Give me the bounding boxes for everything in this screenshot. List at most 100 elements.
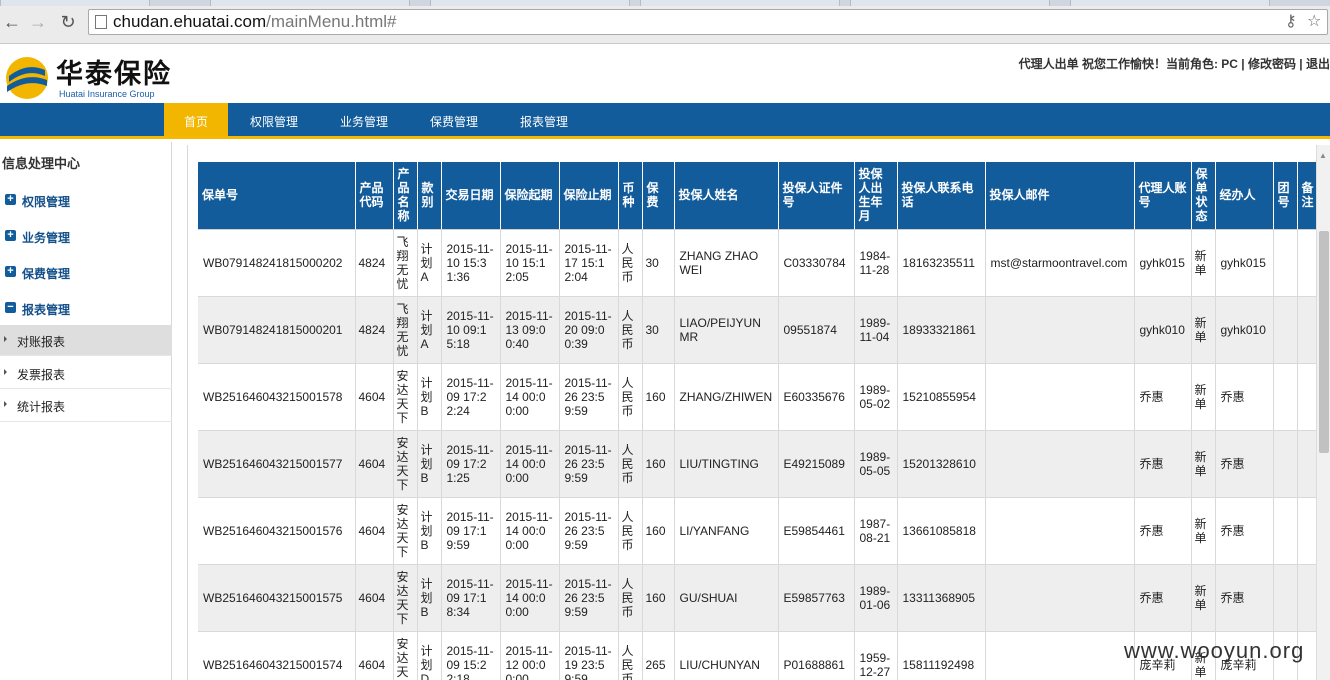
address-bar[interactable]: chudan.ehuatai.com/mainMenu.html# ⚷ ☆ xyxy=(88,9,1328,35)
table-cell xyxy=(985,631,1135,680)
main-menu: 首页 权限管理 业务管理 保费管理 报表管理 xyxy=(0,103,1330,139)
column-header: 经办人 xyxy=(1215,162,1274,230)
reload-icon[interactable]: ↻ xyxy=(58,12,78,32)
expand-icon: + xyxy=(5,266,16,277)
table-row[interactable]: WB079148241815000202 4824 飞翔无忧 计划A 2015-11-1… xyxy=(198,229,1316,297)
table-cell: 15201328610 xyxy=(897,430,986,498)
table-cell: LIAO/PEIJYUN MR xyxy=(674,296,779,364)
sidebar-group-report[interactable]: − 报表管理 xyxy=(0,297,172,321)
table-cell: 160 xyxy=(642,430,675,498)
browser-tab[interactable] xyxy=(430,0,630,6)
table-cell xyxy=(985,497,1135,565)
table-cell: E49215089 xyxy=(778,430,855,498)
menu-premium-management[interactable]: 保费管理 xyxy=(418,103,490,136)
sidebar-item-invoice-report[interactable]: 发票报表 xyxy=(0,358,172,388)
menu-report-management[interactable]: 报表管理 xyxy=(508,103,580,136)
sidebar-item-reconciliation-report[interactable]: 对账报表 xyxy=(0,325,172,355)
table-cell: 2015-11-19 23:59:59 xyxy=(559,631,619,680)
huatai-logo-icon xyxy=(6,57,48,99)
menu-home[interactable]: 首页 xyxy=(164,103,228,136)
table-cell: 09551874 xyxy=(778,296,855,364)
table-cell: LIU/TINGTING xyxy=(674,430,779,498)
table-cell: 新单 xyxy=(1191,564,1216,632)
table-cell: WB079148241815000202 xyxy=(198,229,356,297)
table-cell: ZHANG ZHAO WEI xyxy=(674,229,779,297)
table-cell: mst@starmoontravel.com xyxy=(985,229,1135,297)
table-cell: 安达天下 xyxy=(393,631,418,680)
table-cell: 160 xyxy=(642,564,675,632)
table-cell: 4824 xyxy=(355,296,394,364)
browser-tab[interactable] xyxy=(850,0,1050,6)
divider xyxy=(0,388,172,389)
column-header: 投保人证件号 xyxy=(778,162,855,230)
table-cell: 计划A xyxy=(417,296,442,364)
table-cell xyxy=(1297,296,1316,364)
sidebar-group-premium[interactable]: + 保费管理 xyxy=(0,261,172,285)
table-cell: 265 xyxy=(642,631,675,680)
key-icon[interactable]: ⚷ xyxy=(1285,11,1297,31)
forward-icon[interactable]: → xyxy=(28,12,48,32)
table-row[interactable]: WB251646043215001575 4604 安达天下 计划B 2015-11-0… xyxy=(198,564,1316,632)
table-cell xyxy=(1297,430,1316,498)
table-cell: 1984-11-28 xyxy=(854,229,898,297)
table-cell: 2015-11-13 09:00:40 xyxy=(500,296,560,364)
table-cell: 2015-11-20 09:00:39 xyxy=(559,296,619,364)
table-cell: LIU/CHUNYAN xyxy=(674,631,779,680)
back-icon[interactable]: ← xyxy=(2,12,22,32)
table-cell: 1989-01-06 xyxy=(854,564,898,632)
browser-tab[interactable] xyxy=(640,0,840,6)
column-header: 备注 xyxy=(1297,162,1316,230)
sidebar-item-statistics-report[interactable]: 统计报表 xyxy=(0,390,172,420)
table-cell: 1987-08-21 xyxy=(854,497,898,565)
browser-chrome: ← → ↻ chudan.ehuatai.com/mainMenu.html# … xyxy=(0,0,1330,44)
column-header: 币种 xyxy=(618,162,643,230)
scroll-up-icon[interactable]: ▲ xyxy=(1319,151,1327,160)
table-cell: 安达天下 xyxy=(393,564,418,632)
sidebar-group-business[interactable]: + 业务管理 xyxy=(0,225,172,249)
sidebar-group-label: 业务管理 xyxy=(22,231,71,245)
table-cell: 2015-11-14 00:00:00 xyxy=(500,430,560,498)
report-table-container[interactable]: 保单号 产品代码 产品名称 款别 交易日期 保险起期 保险止期 币种 保费 投保人姓名 投保人证件号… xyxy=(198,162,1316,680)
table-cell xyxy=(1297,564,1316,632)
bullet-icon xyxy=(4,369,7,375)
browser-tab[interactable] xyxy=(1070,0,1270,6)
sidebar-group-permission[interactable]: + 权限管理 xyxy=(0,189,172,213)
sidebar-title: 信息处理中心 xyxy=(2,156,81,171)
expand-icon: + xyxy=(5,230,16,241)
bookmark-star-icon[interactable]: ☆ xyxy=(1307,11,1321,31)
table-cell: 安达天下 xyxy=(393,430,418,498)
menu-business-management[interactable]: 业务管理 xyxy=(328,103,400,136)
table-cell: 2015-11-09 17:21:25 xyxy=(441,430,501,498)
column-header: 保险止期 xyxy=(559,162,619,230)
table-cell xyxy=(1297,229,1316,297)
table-row[interactable]: WB251646043215001578 4604 安达天下 计划B 2015-11-0… xyxy=(198,363,1316,431)
collapse-icon: − xyxy=(5,302,16,313)
vertical-scrollbar[interactable]: ▲ xyxy=(1316,145,1330,680)
table-cell: 2015-11-14 00:00:00 xyxy=(500,363,560,431)
scrollbar-thumb[interactable] xyxy=(1319,231,1329,453)
table-cell: 160 xyxy=(642,497,675,565)
table-cell: 2015-11-17 15:12:04 xyxy=(559,229,619,297)
user-status-bar[interactable]: 代理人出单 祝您工作愉快！当前角色: PC | 修改密码 | 退出 xyxy=(1019,55,1330,72)
browser-tab[interactable] xyxy=(0,0,150,6)
table-cell: 4604 xyxy=(355,631,394,680)
column-header: 款别 xyxy=(417,162,442,230)
table-cell: 2015-11-10 09:15:18 xyxy=(441,296,501,364)
table-cell: E59857763 xyxy=(778,564,855,632)
url-host: chudan.ehuatai.com xyxy=(113,12,267,31)
table-cell: 新单 xyxy=(1191,497,1216,565)
menu-permission-management[interactable]: 权限管理 xyxy=(238,103,310,136)
table-cell: 飞翔无忧 xyxy=(393,229,418,297)
table-cell: 2015-11-10 15:12:05 xyxy=(500,229,560,297)
table-row[interactable]: WB251646043215001576 4604 安达天下 计划B 2015-11-0… xyxy=(198,497,1316,565)
sidebar-group-label: 权限管理 xyxy=(22,195,71,209)
browser-tab[interactable] xyxy=(210,0,410,6)
column-header: 投保人姓名 xyxy=(674,162,779,230)
table-cell: 人民币 xyxy=(618,631,643,680)
table-row[interactable]: WB079148241815000201 4824 飞翔无忧 计划A 2015-11-1… xyxy=(198,296,1316,364)
table-row[interactable]: WB251646043215001577 4604 安达天下 计划B 2015-11-0… xyxy=(198,430,1316,498)
bullet-icon xyxy=(4,336,7,342)
table-cell: 乔惠 xyxy=(1215,564,1274,632)
column-header: 产品名称 xyxy=(393,162,418,230)
url-text: chudan.ehuatai.com/mainMenu.html# xyxy=(113,12,397,32)
